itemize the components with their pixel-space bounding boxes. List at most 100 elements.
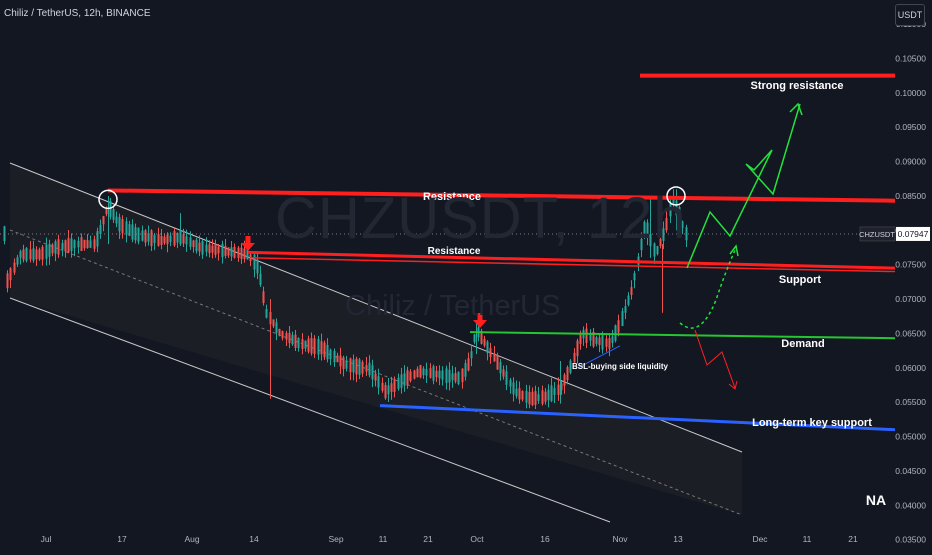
candle-body — [397, 377, 400, 389]
candle-body — [64, 240, 67, 252]
candle-body — [22, 249, 25, 260]
candle-body — [438, 370, 441, 379]
candle-body — [502, 369, 505, 377]
price-axis-tick: 0.04500 — [895, 466, 926, 476]
time-axis-tick: 14 — [249, 534, 259, 544]
label-bsl: BSL-buying side liquidity — [572, 362, 669, 371]
candle-body — [275, 322, 278, 333]
candle-body — [585, 328, 588, 344]
candle-body — [509, 379, 512, 387]
candle-body — [281, 331, 284, 339]
candle-body — [230, 247, 233, 257]
time-axis-tick: 16 — [540, 534, 550, 544]
candle-body — [323, 342, 326, 358]
candle-body — [390, 383, 393, 392]
candle-body — [461, 368, 464, 383]
candle-body — [541, 390, 544, 404]
candle-body — [25, 247, 28, 261]
candle-body — [253, 254, 256, 270]
candle-body — [198, 242, 201, 252]
candle-body — [550, 385, 553, 402]
candle-body — [195, 239, 198, 252]
candle-body — [429, 368, 432, 378]
candle-body — [285, 332, 288, 340]
candle-body — [368, 362, 371, 376]
time-axis-tick: Oct — [470, 534, 484, 544]
price-axis-tick: 0.10000 — [895, 88, 926, 98]
candle-body — [83, 239, 86, 249]
candle-body — [272, 319, 275, 327]
arrow-shaft — [245, 236, 251, 244]
candle-body — [499, 362, 502, 374]
demand-line — [469, 331, 896, 340]
candle-body — [160, 235, 163, 245]
candle-body — [141, 230, 144, 241]
candle-body — [32, 248, 35, 261]
candle-body — [403, 373, 406, 386]
candle-body — [534, 391, 537, 405]
candle-body — [86, 240, 89, 249]
candle-body — [544, 391, 547, 402]
candle-body — [496, 355, 499, 370]
currency-button[interactable]: USDT — [895, 4, 925, 26]
price-axis-tick: 0.09500 — [895, 122, 926, 132]
candle-body — [381, 382, 384, 391]
candle-body — [307, 338, 310, 352]
candle-body — [240, 247, 243, 259]
candle-body — [342, 357, 345, 369]
price-axis-tick: 0.04000 — [895, 500, 926, 510]
candle-body — [217, 246, 220, 254]
candle-body — [448, 369, 451, 383]
candle-body — [521, 391, 524, 400]
candle-body — [573, 352, 576, 363]
candle-body — [192, 240, 195, 248]
candle-body — [259, 273, 262, 285]
candle-body — [48, 243, 51, 257]
candle-body — [553, 388, 556, 395]
bearish-projection-path — [694, 329, 736, 389]
candle-body — [425, 369, 428, 376]
candle-body — [473, 334, 476, 343]
candle-body — [153, 235, 156, 244]
time-axis-tick: Dec — [752, 534, 768, 544]
candle-body — [489, 347, 492, 357]
candle-body — [112, 209, 115, 220]
candle-body — [51, 244, 54, 254]
price-axis-tick: 0.08500 — [895, 191, 926, 201]
candle-body — [54, 241, 57, 254]
candle-body — [467, 358, 470, 371]
candle-body — [326, 344, 329, 360]
candle-body — [9, 268, 12, 281]
time-axis-tick: Aug — [184, 534, 199, 544]
candle-body — [45, 244, 48, 259]
candle-body — [16, 257, 19, 265]
arrow-head — [241, 243, 255, 251]
candle-body — [208, 244, 211, 254]
candle-body — [457, 371, 460, 384]
label-long-term-support: Long-term key support — [752, 417, 872, 429]
chart-area[interactable]: Resistance Resistance Strong resistance Sup… — [0, 0, 932, 550]
price-chart-svg[interactable]: ResistanceResistanceStrong resistanceSup… — [0, 0, 932, 550]
price-axis-tick: 0.09000 — [895, 157, 926, 167]
candle-body — [624, 306, 627, 313]
red-arrow-marker — [241, 236, 255, 251]
candle-body — [451, 373, 454, 381]
candle-body — [109, 201, 112, 217]
candle-body — [349, 358, 352, 373]
candle-body — [262, 291, 265, 303]
time-axis-tick: 21 — [423, 534, 433, 544]
candle-body — [528, 392, 531, 405]
label-strong-resistance: Strong resistance — [751, 80, 844, 92]
candle-body — [243, 248, 246, 259]
candle-body — [189, 237, 192, 247]
candle-body — [150, 230, 153, 247]
candle-body — [304, 340, 307, 349]
time-axis-tick: 17 — [117, 534, 127, 544]
candle-body — [435, 370, 438, 378]
candle-body — [102, 216, 105, 225]
candle-body — [96, 231, 99, 247]
candle-body — [77, 240, 80, 248]
candle-body — [313, 338, 316, 355]
candle-body — [374, 373, 377, 381]
watermark-symbol: CHZUSDT, 12h — [275, 186, 687, 251]
